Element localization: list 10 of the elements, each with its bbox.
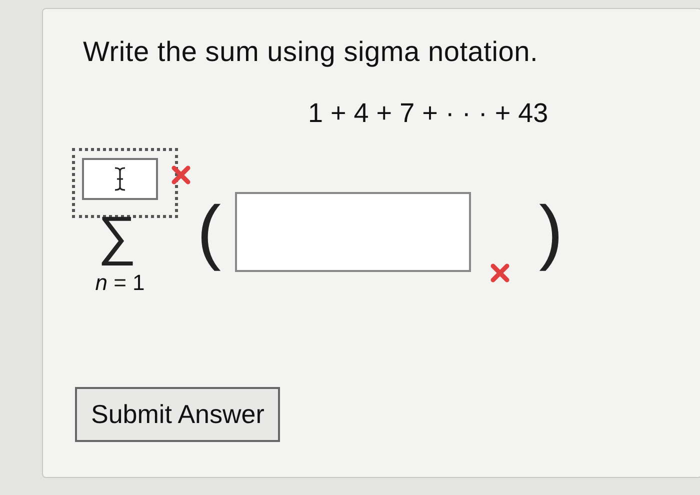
sigma-symbol: ∑ (98, 204, 136, 268)
lower-limit: n = 1 (95, 268, 145, 296)
question-prompt: Write the sum using sigma notation. (83, 35, 540, 69)
close-parenthesis: ) (538, 192, 563, 272)
upper-limit-field[interactable] (72, 148, 178, 218)
submit-answer-button[interactable]: Submit Answer (75, 386, 280, 442)
series-expression: 1 + 4 + 7 + · · · + 43 (308, 97, 550, 130)
open-parenthesis: ( (197, 192, 221, 272)
summand-field[interactable] (234, 192, 471, 272)
text-cursor-icon (113, 166, 127, 192)
